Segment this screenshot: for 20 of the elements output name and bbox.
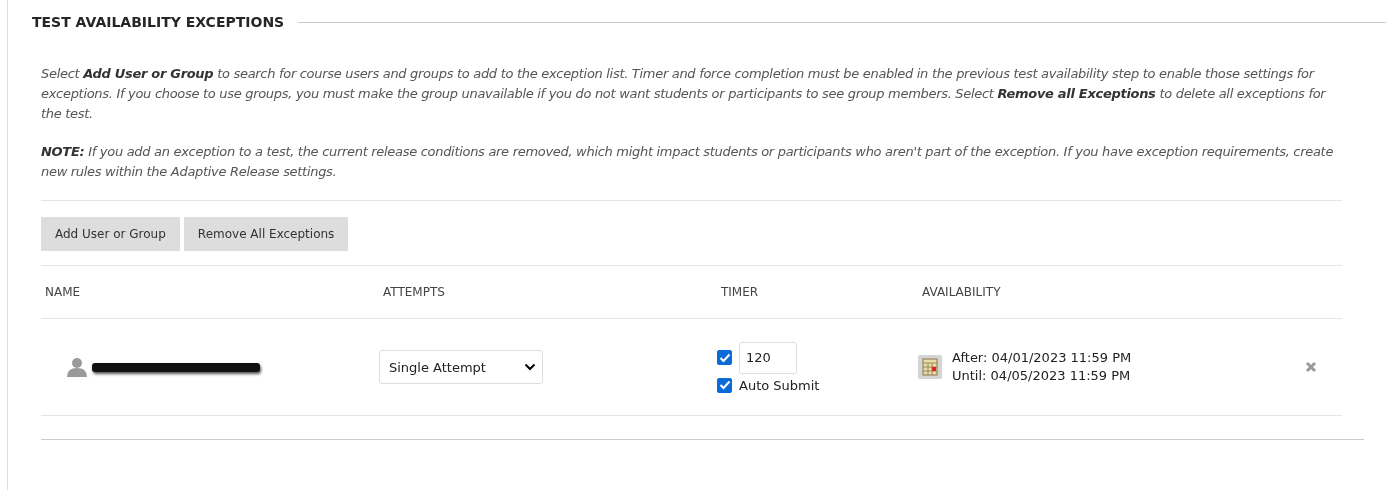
remove-all-button[interactable]: Remove All Exceptions xyxy=(183,217,349,251)
add-user-button[interactable]: Add User or Group xyxy=(41,217,180,251)
column-header: TIMER xyxy=(720,285,760,299)
chevron-down-icon xyxy=(524,363,536,371)
instruction-text: Select Add User or Group to search for course users and groups to add to the exception list. Timer and force completion must be enabled in the previous test availability step to enable those settings for exceptions. If you choose to use groups, you must make the group unavailable if you do not want students or participants to see group members. Select Remove all Exceptions to delete all exceptions for the test. xyxy=(41,65,1327,123)
timer-input[interactable]: 120 xyxy=(739,341,797,374)
attempts-dropdown[interactable]: Single Attempt xyxy=(379,350,543,384)
section-title: TEST AVAILABILITY EXCEPTIONS xyxy=(32,14,285,30)
column-header: AVAILABILITY xyxy=(921,285,1002,299)
after-date: After: 04/01/2023 11:59 PM xyxy=(952,349,1132,367)
auto-submit-checkbox[interactable] xyxy=(717,377,732,393)
calendar-icon[interactable] xyxy=(918,355,942,379)
until-date: Until: 04/05/2023 11:59 PM xyxy=(952,367,1132,385)
auto-submit-label: Auto Submit xyxy=(739,377,820,393)
instruction-text: NOTE: If you add an exception to a test, the current release conditions are removed, which might impact students or participants who aren't part of the exception. If you have exception requirements, create new rules within the Adaptive Release settings. xyxy=(41,143,1335,181)
delete-icon[interactable] xyxy=(1305,361,1317,373)
timer-checkbox[interactable] xyxy=(717,350,732,365)
column-header: ATTEMPTS xyxy=(382,285,446,299)
column-header: NAME xyxy=(44,285,82,299)
user-icon xyxy=(66,357,88,377)
